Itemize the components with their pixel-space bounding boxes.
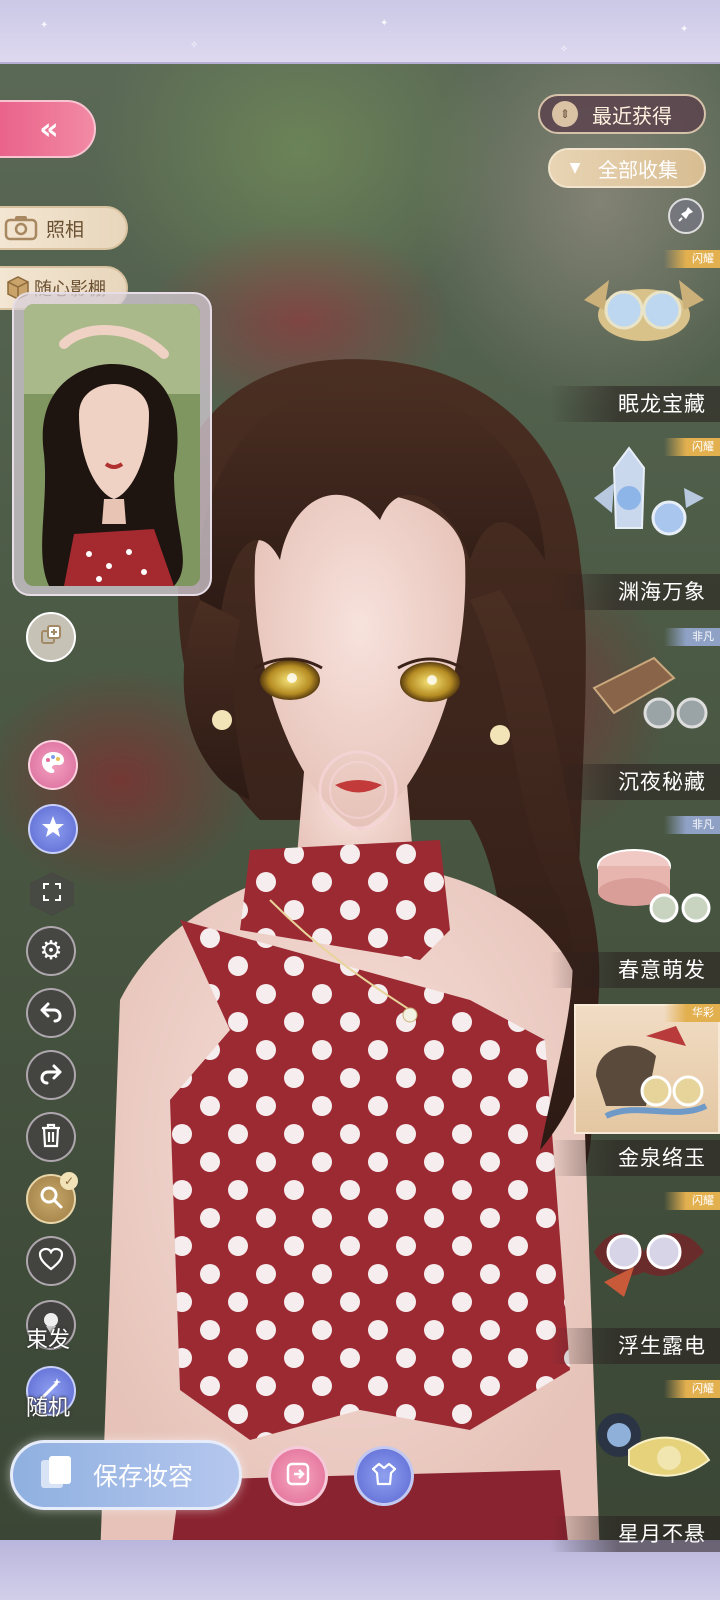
collection-item[interactable]: 闪耀 星月不悬 bbox=[550, 1380, 720, 1554]
item-name: 渊海万象 bbox=[550, 574, 720, 610]
share-button[interactable] bbox=[268, 1446, 328, 1506]
sort-updown-icon: ⇕ bbox=[552, 101, 578, 127]
outfit-button[interactable] bbox=[354, 1446, 414, 1506]
search-icon bbox=[38, 1184, 64, 1214]
redo-button[interactable] bbox=[26, 1050, 76, 1100]
collection-item[interactable]: 闪耀 浮生露电 bbox=[550, 1192, 720, 1366]
layer-toggle-button[interactable] bbox=[26, 612, 76, 662]
rarity-tag: 闪耀 bbox=[664, 438, 720, 456]
trash-icon bbox=[39, 1122, 63, 1152]
search-check-button[interactable]: ✓ bbox=[26, 1172, 78, 1224]
item-thumbnail bbox=[574, 816, 720, 946]
item-thumbnail bbox=[574, 628, 720, 758]
pin-icon bbox=[677, 205, 695, 227]
gear-icon: ⚙ bbox=[39, 936, 63, 966]
sort-recent-button[interactable]: ⇕ 最近获得 bbox=[538, 94, 706, 134]
reference-photo bbox=[24, 304, 200, 586]
tie-hair-label: 束发 bbox=[26, 1328, 71, 1353]
heart-icon bbox=[38, 1247, 64, 1275]
outfit-icon bbox=[370, 1460, 398, 1492]
sparkle-icon: ✧ bbox=[560, 44, 569, 55]
collection-item[interactable]: 非凡 沉夜秘藏 bbox=[550, 628, 720, 802]
top-decor-bar: ✦ ✧ ✦ ✧ ✦ bbox=[0, 0, 720, 64]
rarity-tag: 闪耀 bbox=[664, 1192, 720, 1210]
item-name: 星月不悬 bbox=[550, 1516, 720, 1552]
back-button[interactable]: « bbox=[0, 100, 96, 158]
filter-all-button[interactable]: ▼ 全部收集 bbox=[548, 148, 706, 188]
item-thumbnail bbox=[574, 1192, 720, 1322]
filter-triangle-icon: ▼ bbox=[569, 160, 581, 176]
rarity-tag: 非凡 bbox=[664, 816, 720, 834]
item-name: 春意萌发 bbox=[550, 952, 720, 988]
photo-label: 照相 bbox=[46, 218, 85, 241]
save-makeup-label: 保存妆容 bbox=[93, 1462, 194, 1491]
makeup-palette-button[interactable] bbox=[28, 740, 78, 790]
share-arrow-icon bbox=[284, 1460, 312, 1492]
pin-button[interactable] bbox=[668, 198, 704, 234]
item-thumbnail bbox=[574, 1004, 720, 1134]
photo-button[interactable]: 照相 bbox=[0, 206, 128, 250]
settings-button[interactable]: ⚙ bbox=[26, 926, 76, 976]
collection-item[interactable]: 非凡 春意萌发 bbox=[550, 816, 720, 990]
collection-item[interactable]: 闪耀 眠龙宝藏 bbox=[550, 250, 720, 424]
collection-item-selected[interactable]: 华彩 金泉络玉 bbox=[550, 1004, 720, 1178]
camera-icon bbox=[4, 214, 38, 242]
palette-icon bbox=[39, 749, 67, 781]
rarity-tag: 闪耀 bbox=[664, 250, 720, 268]
double-chevron-left-icon: « bbox=[39, 111, 59, 147]
save-copy-icon bbox=[35, 1452, 81, 1498]
sparkle-icon: ✦ bbox=[680, 24, 689, 35]
item-thumbnail bbox=[574, 250, 720, 380]
sparkle-icon: ✦ bbox=[380, 18, 389, 29]
item-name: 眠龙宝藏 bbox=[550, 386, 720, 422]
item-name: 金泉络玉 bbox=[550, 1140, 720, 1176]
redo-icon bbox=[38, 1060, 64, 1090]
sparkle-icon: ✦ bbox=[40, 20, 49, 31]
item-thumbnail bbox=[574, 438, 720, 568]
delete-button[interactable] bbox=[26, 1112, 76, 1162]
favorite-button[interactable] bbox=[26, 1236, 76, 1286]
rarity-tag: 非凡 bbox=[664, 628, 720, 646]
effect-star-button[interactable] bbox=[28, 804, 78, 854]
rarity-tag: 华彩 bbox=[664, 1004, 720, 1022]
rarity-tag: 闪耀 bbox=[664, 1380, 720, 1398]
sort-recent-label: 最近获得 bbox=[592, 103, 672, 128]
random-label: 随机 bbox=[26, 1396, 71, 1421]
check-icon: ✓ bbox=[60, 1172, 78, 1190]
reference-photo-card[interactable] bbox=[12, 292, 212, 596]
item-thumbnail bbox=[574, 1380, 720, 1510]
item-name: 浮生露电 bbox=[550, 1328, 720, 1364]
collection-item[interactable]: 闪耀 渊海万象 bbox=[550, 438, 720, 612]
undo-icon bbox=[38, 998, 64, 1028]
save-makeup-button[interactable]: 保存妆容 bbox=[10, 1440, 242, 1510]
item-name: 沉夜秘藏 bbox=[550, 764, 720, 800]
layers-icon bbox=[39, 623, 63, 651]
sparkle-icon: ✧ bbox=[190, 40, 199, 51]
star-icon bbox=[39, 813, 67, 845]
filter-all-label: 全部收集 bbox=[598, 157, 678, 182]
fullscreen-icon bbox=[42, 882, 62, 906]
undo-button[interactable] bbox=[26, 988, 76, 1038]
